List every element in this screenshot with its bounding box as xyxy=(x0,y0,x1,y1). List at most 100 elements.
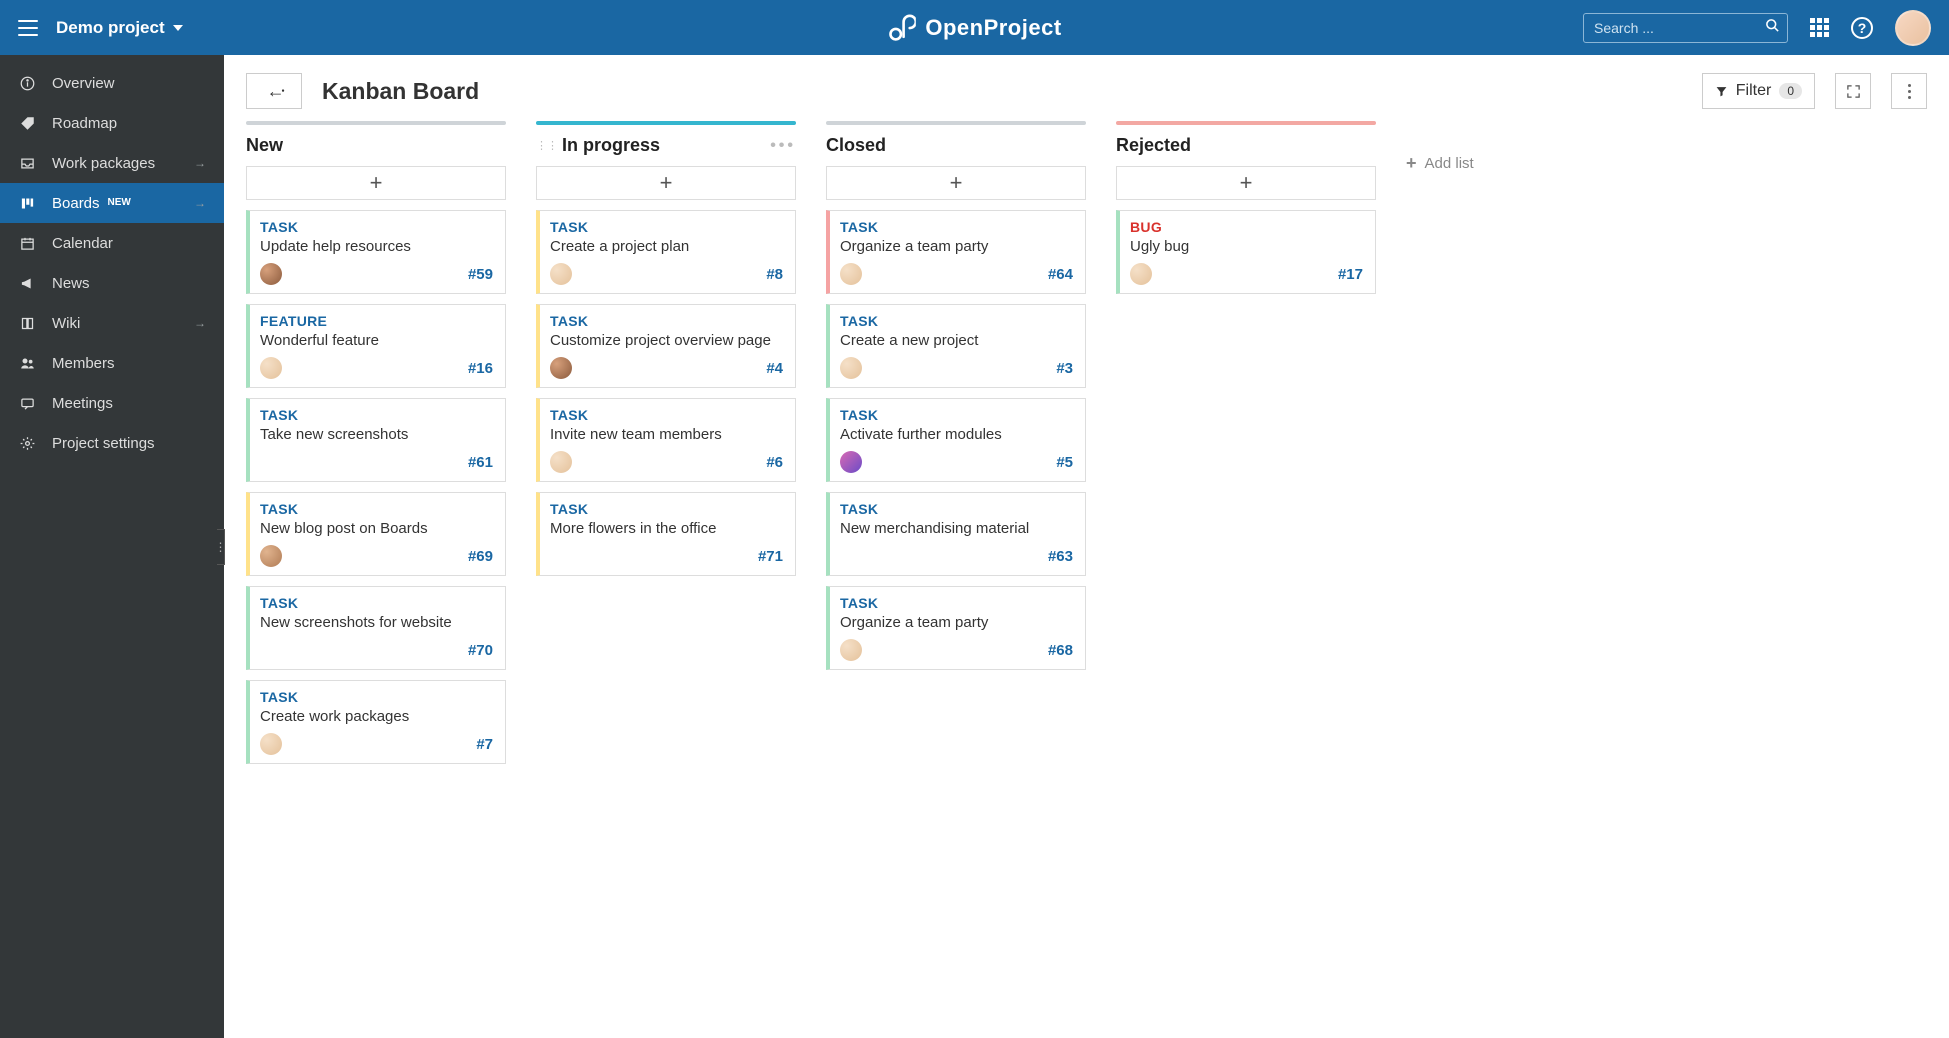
card[interactable]: TASKOrganize a team party#64 xyxy=(826,210,1086,294)
add-card-button[interactable]: + xyxy=(1116,166,1376,200)
card-id: #7 xyxy=(476,736,493,753)
column-title: In progress xyxy=(562,135,660,156)
apps-icon[interactable] xyxy=(1810,18,1829,37)
assignee-avatar[interactable] xyxy=(840,451,862,473)
sidebar-item-roadmap[interactable]: Roadmap xyxy=(0,103,224,143)
plus-icon: + xyxy=(1406,153,1417,174)
card-type: TASK xyxy=(840,595,1073,611)
sidebar-item-label: Calendar xyxy=(52,235,113,252)
menu-toggle-icon[interactable] xyxy=(18,20,38,36)
search-input[interactable] xyxy=(1583,13,1788,43)
topbar: Demo project OpenProject ? xyxy=(0,0,1949,55)
card-title: Update help resources xyxy=(260,238,493,255)
card[interactable]: TASKCreate work packages#7 xyxy=(246,680,506,764)
card[interactable]: TASKUpdate help resources#59 xyxy=(246,210,506,294)
card-list: BUGUgly bug#17 xyxy=(1116,210,1376,294)
chat-icon xyxy=(18,396,36,411)
sidebar-item-project-settings[interactable]: Project settings xyxy=(0,423,224,463)
app-logo[interactable]: OpenProject xyxy=(887,14,1061,42)
column-more-icon[interactable]: ••• xyxy=(770,137,796,155)
card-title: Create work packages xyxy=(260,708,493,725)
assignee-avatar[interactable] xyxy=(1130,263,1152,285)
sidebar-item-label: Overview xyxy=(52,75,115,92)
assignee-avatar[interactable] xyxy=(550,357,572,379)
card[interactable]: TASKNew screenshots for website#70 xyxy=(246,586,506,670)
card-type: TASK xyxy=(550,407,783,423)
filter-button[interactable]: Filter 0 xyxy=(1702,73,1815,109)
column-new: ⋮⋮New + TASKUpdate help resources#59 FEATUR… xyxy=(246,121,506,764)
card-id: #70 xyxy=(468,642,493,659)
card[interactable]: TASKTake new screenshots#61 xyxy=(246,398,506,482)
board-icon xyxy=(18,196,36,211)
assignee-avatar[interactable] xyxy=(550,263,572,285)
board-title: Kanban Board xyxy=(322,78,479,105)
column-header[interactable]: ⋮⋮New xyxy=(246,135,506,156)
column-header[interactable]: ⋮⋮ In progress ••• xyxy=(536,135,796,156)
card-type: TASK xyxy=(550,501,783,517)
card[interactable]: TASKInvite new team members#6 xyxy=(536,398,796,482)
sidebar-item-members[interactable]: Members xyxy=(0,343,224,383)
sidebar-item-boards[interactable]: BoardsNEW→ xyxy=(0,183,224,223)
sidebar: Overview RoadmapWork packages→BoardsNEW→ C… xyxy=(0,55,224,1038)
add-card-button[interactable]: + xyxy=(826,166,1086,200)
sidebar-item-calendar[interactable]: Calendar xyxy=(0,223,224,263)
sidebar-item-label: Meetings xyxy=(52,395,113,412)
assignee-avatar[interactable] xyxy=(550,451,572,473)
assignee-avatar[interactable] xyxy=(550,545,572,567)
chevron-right-icon: → xyxy=(194,196,206,210)
assignee-avatar[interactable] xyxy=(260,451,282,473)
search-icon[interactable] xyxy=(1765,18,1780,38)
add-list-button[interactable]: + Add list xyxy=(1406,153,1516,174)
assignee-avatar[interactable] xyxy=(260,639,282,661)
column-accent xyxy=(246,121,506,125)
card-title: Organize a team party xyxy=(840,614,1073,631)
assignee-avatar[interactable] xyxy=(840,639,862,661)
column-header[interactable]: ⋮⋮Closed xyxy=(826,135,1086,156)
assignee-avatar[interactable] xyxy=(260,263,282,285)
add-card-button[interactable]: + xyxy=(536,166,796,200)
filter-icon xyxy=(1715,85,1728,98)
card[interactable]: TASKCustomize project overview page#4 xyxy=(536,304,796,388)
user-avatar[interactable] xyxy=(1895,10,1931,46)
card-title: Activate further modules xyxy=(840,426,1073,443)
card[interactable]: FEATUREWonderful feature#16 xyxy=(246,304,506,388)
assignee-avatar[interactable] xyxy=(260,733,282,755)
drag-handle-icon[interactable]: ⋮⋮ xyxy=(536,139,558,152)
sidebar-item-news[interactable]: News xyxy=(0,263,224,303)
assignee-avatar[interactable] xyxy=(260,357,282,379)
card[interactable]: BUGUgly bug#17 xyxy=(1116,210,1376,294)
search-box xyxy=(1583,13,1788,43)
back-button[interactable]: ←⸱ xyxy=(246,73,302,109)
card[interactable]: TASKNew blog post on Boards#69 xyxy=(246,492,506,576)
card[interactable]: TASKOrganize a team party#68 xyxy=(826,586,1086,670)
card[interactable]: TASKActivate further modules#5 xyxy=(826,398,1086,482)
card[interactable]: TASKMore flowers in the office#71 xyxy=(536,492,796,576)
add-list-label: Add list xyxy=(1425,155,1474,172)
column-header[interactable]: ⋮⋮Rejected xyxy=(1116,135,1376,156)
add-card-button[interactable]: + xyxy=(246,166,506,200)
sidebar-item-wiki[interactable]: Wiki→ xyxy=(0,303,224,343)
help-icon[interactable]: ? xyxy=(1851,17,1873,39)
card-id: #71 xyxy=(758,548,783,565)
assignee-avatar[interactable] xyxy=(260,545,282,567)
sidebar-item-overview[interactable]: Overview xyxy=(0,63,224,103)
card[interactable]: TASKNew merchandising material#63 xyxy=(826,492,1086,576)
project-selector[interactable]: Demo project xyxy=(56,18,183,38)
card[interactable]: TASKCreate a new project#3 xyxy=(826,304,1086,388)
sidebar-item-label: Members xyxy=(52,355,115,372)
sidebar-item-work-packages[interactable]: Work packages→ xyxy=(0,143,224,183)
info-icon xyxy=(18,76,36,91)
card-id: #6 xyxy=(766,454,783,471)
sidebar-collapse-handle[interactable] xyxy=(217,529,225,565)
fullscreen-button[interactable] xyxy=(1835,73,1871,109)
assignee-avatar[interactable] xyxy=(840,263,862,285)
more-actions-button[interactable] xyxy=(1891,73,1927,109)
megaphone-icon xyxy=(18,276,36,291)
assignee-avatar[interactable] xyxy=(840,545,862,567)
card[interactable]: TASKCreate a project plan#8 xyxy=(536,210,796,294)
card-id: #64 xyxy=(1048,266,1073,283)
sidebar-item-meetings[interactable]: Meetings xyxy=(0,383,224,423)
column-rejected: ⋮⋮Rejected + BUGUgly bug#17 xyxy=(1116,121,1376,294)
assignee-avatar[interactable] xyxy=(840,357,862,379)
inbox-icon xyxy=(18,156,36,171)
